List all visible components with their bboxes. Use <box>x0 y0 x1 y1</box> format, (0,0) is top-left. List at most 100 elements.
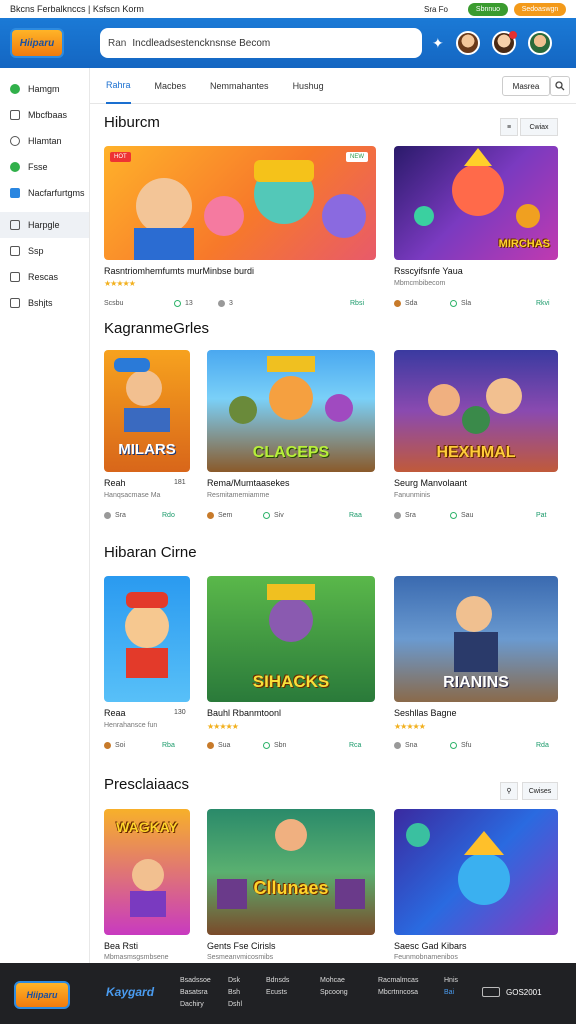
footer-link[interactable]: Bsadssoe <box>180 977 211 984</box>
play-link[interactable]: Pat <box>536 512 547 519</box>
game-thumbnail[interactable] <box>104 576 190 702</box>
top-links[interactable]: Sra Fo <box>424 5 448 14</box>
game-thumbnail[interactable]: MILARS <box>104 350 190 472</box>
game-thumbnail[interactable]: MIRCHAS <box>394 146 558 260</box>
grid-view-button[interactable]: Cwiax <box>520 118 558 136</box>
footer-links: Hnis Bai <box>444 977 458 996</box>
search-bar[interactable]: Ran Incdleadsestencknsnse Becom <box>100 28 422 58</box>
footer-link[interactable]: Dachiry <box>180 1001 211 1008</box>
tab-active[interactable]: Rahra <box>106 68 131 104</box>
game-card[interactable]: RIANINS Seshllas Bagne ★★★★★ Sna Sfu Rda <box>394 576 558 756</box>
sidebar-item[interactable]: Bshjts <box>0 290 89 316</box>
play-link[interactable]: Rba <box>162 742 175 749</box>
sidebar-item-label: Ssp <box>28 246 44 256</box>
footer-link[interactable]: Bai <box>444 989 458 996</box>
footer-link[interactable]: Ecusts <box>266 989 289 996</box>
sidebar-item[interactable]: Hamgm <box>0 76 89 102</box>
game-title[interactable]: Saesc Gad Kibars <box>394 941 467 951</box>
sidebar-item[interactable]: Fsse <box>0 154 89 180</box>
app-badge[interactable]: GOS2001 <box>482 987 542 997</box>
game-card[interactable]: SIHACKS Bauhl Rbanmtoonl ★★★★★ Sua Sbn R… <box>207 576 375 756</box>
sidebar-item-active[interactable]: Harpgle <box>0 212 89 238</box>
game-thumbnail[interactable]: WAGKAY <box>104 809 190 935</box>
avatar[interactable] <box>527 31 552 55</box>
play-link[interactable]: Rbsi <box>350 300 364 307</box>
game-title[interactable]: Rsscyifsnfe Yaua <box>394 266 463 276</box>
game-title[interactable]: Reaa <box>104 708 126 718</box>
game-meta: Sda <box>394 300 417 307</box>
footer-logo[interactable]: Hiiparu <box>14 981 70 1009</box>
footer-brand: Kaygard <box>106 985 155 999</box>
login-button[interactable]: Sedoaswgn <box>514 2 566 16</box>
comment-icon <box>218 300 225 307</box>
footer-link[interactable]: Mohcae <box>320 977 348 984</box>
footer-link[interactable]: Mbcrtnncosa <box>378 989 418 996</box>
top-strip: Bkcns Ferbalknccs | Ksfscn Korm Sra Fo S… <box>0 0 576 18</box>
sidebar-item[interactable]: Ssp <box>0 238 89 264</box>
sidebar-item[interactable]: Nacfarfurtgms <box>0 180 89 206</box>
game-title[interactable]: Gents Fse Cirisls <box>207 941 276 951</box>
game-thumbnail[interactable] <box>394 809 558 935</box>
game-thumbnail[interactable]: HEXHMAL <box>394 350 558 472</box>
sidebar-item[interactable]: Mbcfbaas <box>0 102 89 128</box>
tab[interactable]: Hushug <box>293 68 324 104</box>
footer-links: Bdnsds Ecusts <box>266 977 289 996</box>
play-link[interactable]: Rca <box>349 742 361 749</box>
view-all-button[interactable]: Cwises <box>522 782 558 800</box>
play-link[interactable]: Rkvi <box>536 300 550 307</box>
play-link[interactable]: Rda <box>536 742 549 749</box>
game-card[interactable]: HOT NEW Rasntriomhemfumts murMinbse burd… <box>104 146 376 316</box>
search-icon[interactable]: ⚲ <box>500 782 518 800</box>
footer-links: Mohcae Spcoong <box>320 977 348 996</box>
sidebar-item[interactable]: Hlamtan <box>0 128 89 154</box>
footer-link[interactable]: Dshl <box>228 1001 242 1008</box>
footer-link[interactable]: Racmalmcas <box>378 977 418 984</box>
avatar[interactable] <box>491 31 517 55</box>
game-card[interactable]: CLACEPS Rema/Mumtaasekes Resmitamemiamme… <box>207 350 375 530</box>
author-avatar <box>394 300 401 307</box>
game-thumbnail[interactable]: RIANINS <box>394 576 558 702</box>
meta-value: Sna <box>405 742 418 749</box>
sidebar-item-label: Nacfarfurtgms <box>28 188 85 198</box>
search-icon[interactable] <box>550 76 570 96</box>
game-title[interactable]: Bauhl Rbanmtoonl <box>207 708 281 718</box>
footer-link[interactable]: Spcoong <box>320 989 348 996</box>
play-link[interactable]: Rdo <box>162 512 175 519</box>
sparkle-icon[interactable]: ✦ <box>432 35 444 52</box>
footer-link[interactable]: Hnis <box>444 977 458 984</box>
game-title[interactable]: Rasntriomhemfumts murMinbse burdi <box>104 266 254 276</box>
avatar[interactable] <box>455 31 480 55</box>
tab[interactable]: Nemmahantes <box>210 68 269 104</box>
game-title[interactable]: Bea Rsti <box>104 941 138 951</box>
game-thumbnail[interactable]: Cllunaes <box>207 809 375 935</box>
game-card[interactable]: WAGKAY Bea Rsti Mbmasmsgsmbsene <box>104 809 190 961</box>
sidebar-item[interactable]: Rescas <box>0 264 89 290</box>
footer-link[interactable]: Bsh <box>228 989 242 996</box>
game-card[interactable]: MILARS Reah 181 Hanqsacmase Ma Sra Rdo <box>104 350 190 530</box>
list-view-button[interactable]: ≡ <box>500 118 518 136</box>
game-title[interactable]: Seurg Manvolaant <box>394 478 467 488</box>
footer-link[interactable]: Dsk <box>228 977 242 984</box>
game-card[interactable]: HEXHMAL Seurg Manvolaant Fanunminis Sra … <box>394 350 558 530</box>
signup-button[interactable]: Sbnnuo <box>468 2 508 16</box>
footer-link[interactable]: Basatsra <box>180 989 211 996</box>
game-title[interactable]: Rema/Mumtaasekes <box>207 478 290 488</box>
game-thumbnail[interactable]: CLACEPS <box>207 350 375 472</box>
game-card[interactable]: Reaa 130 Henrahansce fun Soi Rba <box>104 576 190 756</box>
footer-link[interactable]: Bdnsds <box>266 977 289 984</box>
game-card[interactable]: MIRCHAS Rsscyifsnfe Yaua Mbmcmbibecom Sd… <box>394 146 558 316</box>
doc-icon <box>10 246 20 256</box>
search-input[interactable]: Incdleadsestencknsnse Becom <box>132 38 270 49</box>
game-card[interactable]: Cllunaes Gents Fse Cirisls Sesmeanvmicos… <box>207 809 375 961</box>
game-thumbnail[interactable]: SIHACKS <box>207 576 375 702</box>
section-featured: Hiburcm ≡ Cwiax HOT NEW Rasntriomhemfumt… <box>90 108 576 318</box>
game-card[interactable]: Saesc Gad Kibars Feunmobnamenibos <box>394 809 558 961</box>
play-link[interactable]: Raa <box>349 512 362 519</box>
game-thumbnail[interactable]: HOT NEW <box>104 146 376 260</box>
tab[interactable]: Macbes <box>155 68 187 104</box>
game-title[interactable]: Reah <box>104 478 126 488</box>
comments-count: 3 <box>218 300 233 307</box>
game-title[interactable]: Seshllas Bagne <box>394 708 457 718</box>
site-logo[interactable]: Hiiparu <box>10 28 64 58</box>
sort-dropdown[interactable]: Masrea <box>502 76 550 96</box>
